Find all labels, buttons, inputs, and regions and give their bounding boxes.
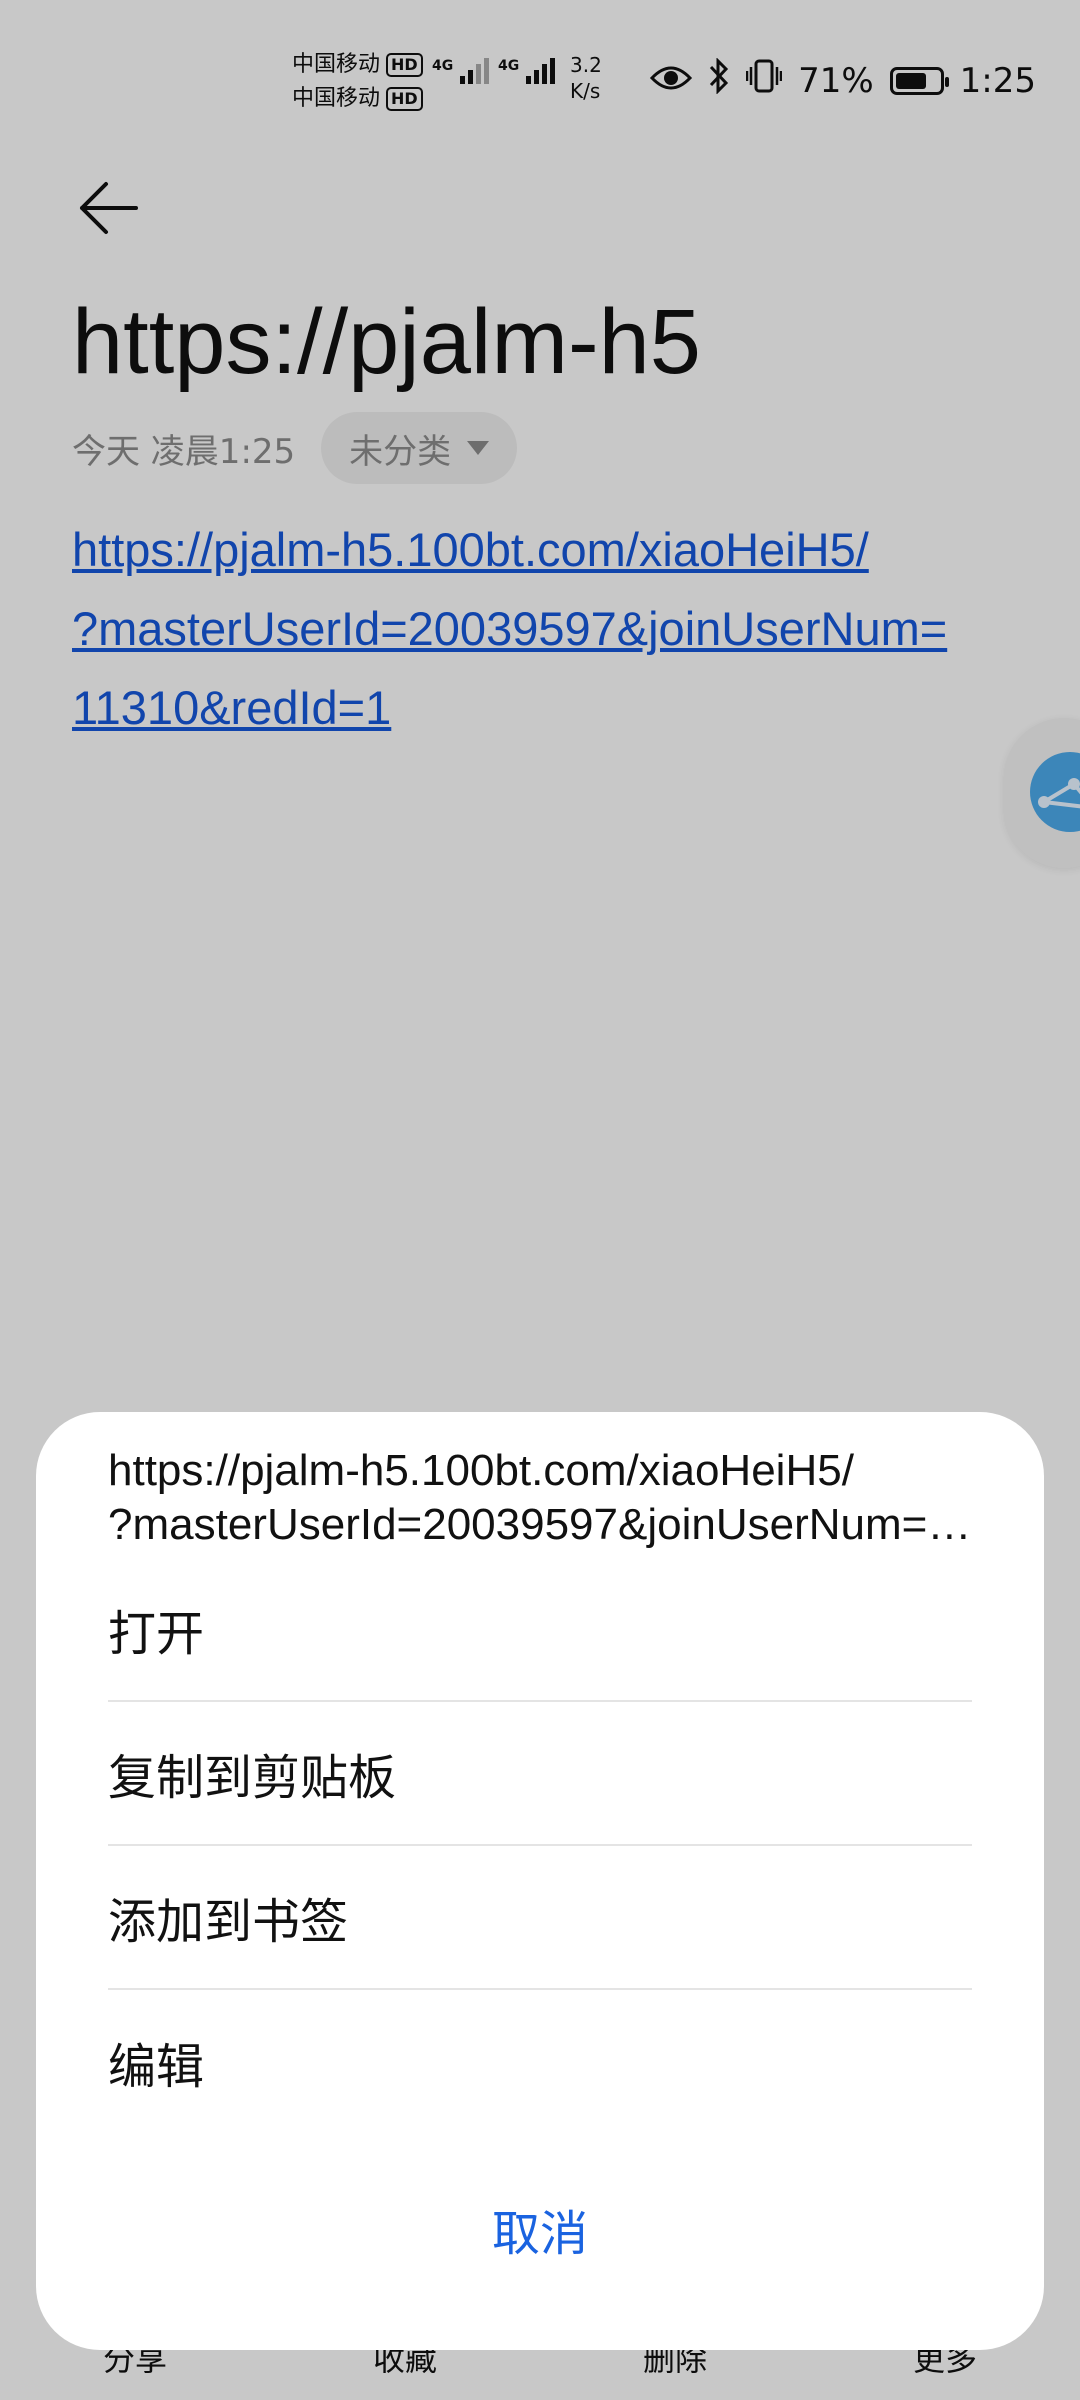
add-to-bookmarks-item[interactable]: 添加到书签 [108, 1846, 972, 1990]
sheet-url-line-1: https://pjalm-h5.100bt.com/xiaoHeiH5/ [108, 1446, 854, 1495]
sheet-url-line-2: ?masterUserId=20039597&joinUserNum=11310… [108, 1500, 988, 1549]
open-link-item[interactable]: 打开 [108, 1558, 972, 1702]
link-action-sheet: https://pjalm-h5.100bt.com/xiaoHeiH5/ ?m… [36, 1412, 1044, 2350]
action-menu: 打开 复制到剪贴板 添加到书签 编辑 [108, 1558, 972, 2134]
cancel-button[interactable]: 取消 [36, 2194, 1044, 2264]
copy-to-clipboard-item[interactable]: 复制到剪贴板 [108, 1702, 972, 1846]
edit-item[interactable]: 编辑 [108, 1990, 972, 2134]
sheet-url: https://pjalm-h5.100bt.com/xiaoHeiH5/ ?m… [108, 1444, 988, 1552]
